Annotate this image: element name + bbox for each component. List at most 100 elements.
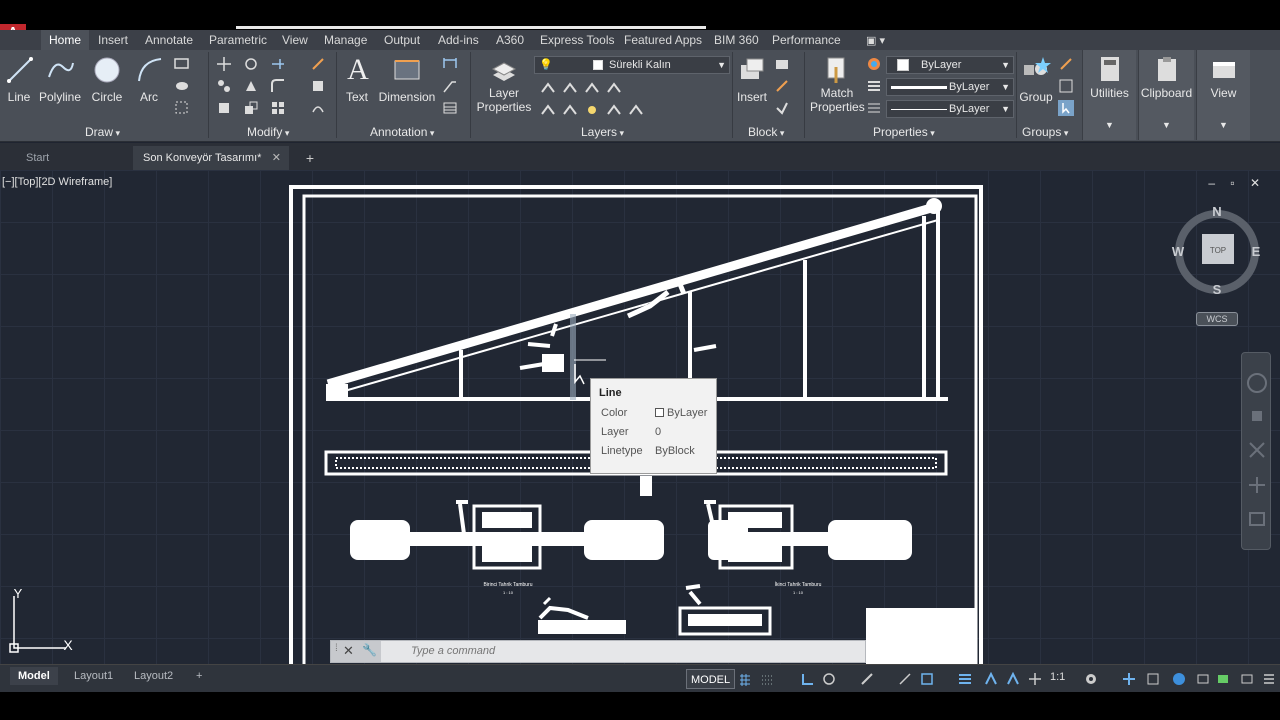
polar-icon[interactable] (822, 672, 836, 686)
line-button[interactable]: Line (4, 54, 34, 104)
tab-bim-360[interactable]: BIM 360 (714, 30, 759, 50)
wcs-menu[interactable]: WCS (1196, 312, 1238, 326)
color-dropdown[interactable]: ByLayer ▼ (886, 56, 1014, 74)
tab-layout2[interactable]: Layout2 (126, 667, 181, 685)
tab-view[interactable]: View (282, 30, 308, 50)
dimension-button[interactable]: Dimension (378, 54, 436, 104)
gear-icon[interactable] (1084, 672, 1098, 686)
viewport-controls-label[interactable]: [−][Top][2D Wireframe] (2, 176, 112, 188)
offset-icon[interactable] (310, 100, 326, 116)
arc-button[interactable]: Arc (134, 54, 164, 104)
layout-icon[interactable] (1240, 672, 1254, 686)
rotate-icon[interactable] (243, 56, 259, 72)
edit-attributes-icon[interactable] (774, 100, 790, 116)
hardware-acceleration-icon[interactable] (1172, 672, 1186, 686)
groups-panel-title[interactable]: Groups (1022, 124, 1068, 140)
compass-west[interactable]: W (1172, 244, 1185, 259)
linear-dim-icon[interactable] (442, 56, 458, 72)
explode-icon[interactable] (310, 78, 326, 94)
lineweight-icon[interactable] (866, 78, 882, 94)
block-panel-title[interactable]: Block (748, 124, 784, 140)
annotation-visibility-icon[interactable] (1028, 672, 1042, 686)
table-icon[interactable] (442, 100, 458, 116)
move-icon[interactable] (216, 56, 232, 72)
tab-featured-apps[interactable]: Featured Apps (624, 30, 702, 50)
workspace-icon[interactable] (1216, 672, 1230, 686)
isodraft-icon[interactable] (860, 672, 874, 686)
tab-manage[interactable]: Manage (324, 30, 367, 50)
isolate-objects-icon[interactable] (1146, 672, 1160, 686)
layer-off-icon[interactable] (540, 80, 556, 96)
tab-model[interactable]: Model (10, 667, 58, 685)
grid-icon[interactable] (738, 672, 752, 686)
annotation-scale[interactable]: 1:1 (1050, 671, 1065, 683)
view-button[interactable]: View ▼ (1196, 50, 1250, 140)
grip-handle-icon[interactable]: ⁞ (335, 643, 338, 654)
lineweight-toggle-icon[interactable] (958, 672, 972, 686)
mirror-icon[interactable] (243, 78, 259, 94)
snap-icon[interactable] (760, 672, 774, 686)
plus-icon[interactable] (1122, 672, 1136, 686)
tab-annotate[interactable]: Annotate (145, 30, 193, 50)
compass-south[interactable]: S (1213, 282, 1222, 297)
close-icon[interactable]: ✕ (343, 643, 354, 659)
tab-a360[interactable]: A360 (496, 30, 524, 50)
group-button[interactable]: Group (1018, 54, 1054, 104)
create-block-icon[interactable] (774, 56, 790, 72)
utilities-button[interactable]: Utilities ▼ (1082, 50, 1136, 140)
group-edit-icon[interactable] (1058, 78, 1074, 94)
transparency-icon[interactable] (984, 672, 998, 686)
text-button[interactable]: A Text (342, 53, 372, 104)
object-snap-icon[interactable] (898, 672, 912, 686)
trim-icon[interactable] (270, 56, 286, 72)
viewport-window-controls[interactable]: ‒ ▫ ✕ (1208, 176, 1266, 190)
tab-output[interactable]: Output (384, 30, 420, 50)
wrench-icon[interactable]: 🔧 (362, 643, 377, 657)
rectangle-icon[interactable] (174, 56, 190, 72)
copy-icon[interactable] (216, 78, 232, 94)
layer-walk-icon[interactable] (584, 102, 600, 118)
layer-merge-icon[interactable] (628, 102, 644, 118)
clean-screen-icon[interactable] (1196, 672, 1210, 686)
fillet-icon[interactable] (270, 78, 286, 94)
tab-start[interactable]: Start (16, 146, 128, 170)
array-icon[interactable] (270, 100, 286, 116)
erase-icon[interactable] (310, 56, 326, 72)
properties-panel-title[interactable]: Properties (873, 124, 935, 140)
annotation-panel-title[interactable]: Annotation (370, 124, 434, 140)
lineweight-dropdown[interactable]: ByLayer ▼ (886, 78, 1014, 96)
region-icon[interactable] (174, 100, 190, 116)
layer-dropdown[interactable]: 💡 Sürekli Kalın ▼ (534, 56, 730, 74)
insert-button[interactable]: Insert (736, 54, 768, 104)
tab-drawing[interactable]: Son Konveyör Tasarımı* ✕ (133, 146, 289, 170)
tab-add-ins[interactable]: Add-ins (438, 30, 479, 50)
linetype-dropdown[interactable]: ByLayer ▼ (886, 100, 1014, 118)
tab-performance[interactable]: Performance (772, 30, 841, 50)
layer-isolate-icon[interactable] (562, 80, 578, 96)
layer-previous-icon[interactable] (562, 102, 578, 118)
ribbon-display-toggle[interactable]: ▣ ▾ (866, 34, 885, 47)
close-icon[interactable]: ✕ (272, 146, 281, 170)
clipboard-button[interactable]: Clipboard ▼ (1138, 50, 1194, 140)
layer-freeze-icon[interactable] (584, 80, 600, 96)
color-wheel-icon[interactable] (866, 56, 882, 72)
add-layout-button[interactable]: + (188, 667, 210, 685)
layer-match-icon[interactable] (540, 102, 556, 118)
ortho-icon[interactable] (800, 672, 814, 686)
object-tracking-icon[interactable] (920, 672, 934, 686)
model-space-button[interactable]: MODEL (686, 669, 736, 689)
tab-parametric[interactable]: Parametric (209, 30, 267, 50)
tab-home[interactable]: Home (41, 30, 90, 50)
selection-cycling-icon[interactable] (1006, 672, 1020, 686)
compass-north[interactable]: N (1212, 205, 1221, 219)
layer-properties-button[interactable]: Layer Properties (476, 54, 532, 114)
circle-button[interactable]: Circle (90, 54, 124, 104)
tab-insert[interactable]: Insert (98, 30, 128, 50)
view-cube[interactable]: TOP N S E W (1170, 205, 1264, 299)
tab-express-tools[interactable]: Express Tools (540, 30, 614, 50)
layer-lock-icon[interactable] (606, 80, 622, 96)
new-tab-button[interactable]: + (300, 146, 320, 170)
polyline-button[interactable]: Polyline (38, 54, 82, 104)
compass-east[interactable]: E (1252, 244, 1261, 259)
scale-icon[interactable] (243, 100, 259, 116)
